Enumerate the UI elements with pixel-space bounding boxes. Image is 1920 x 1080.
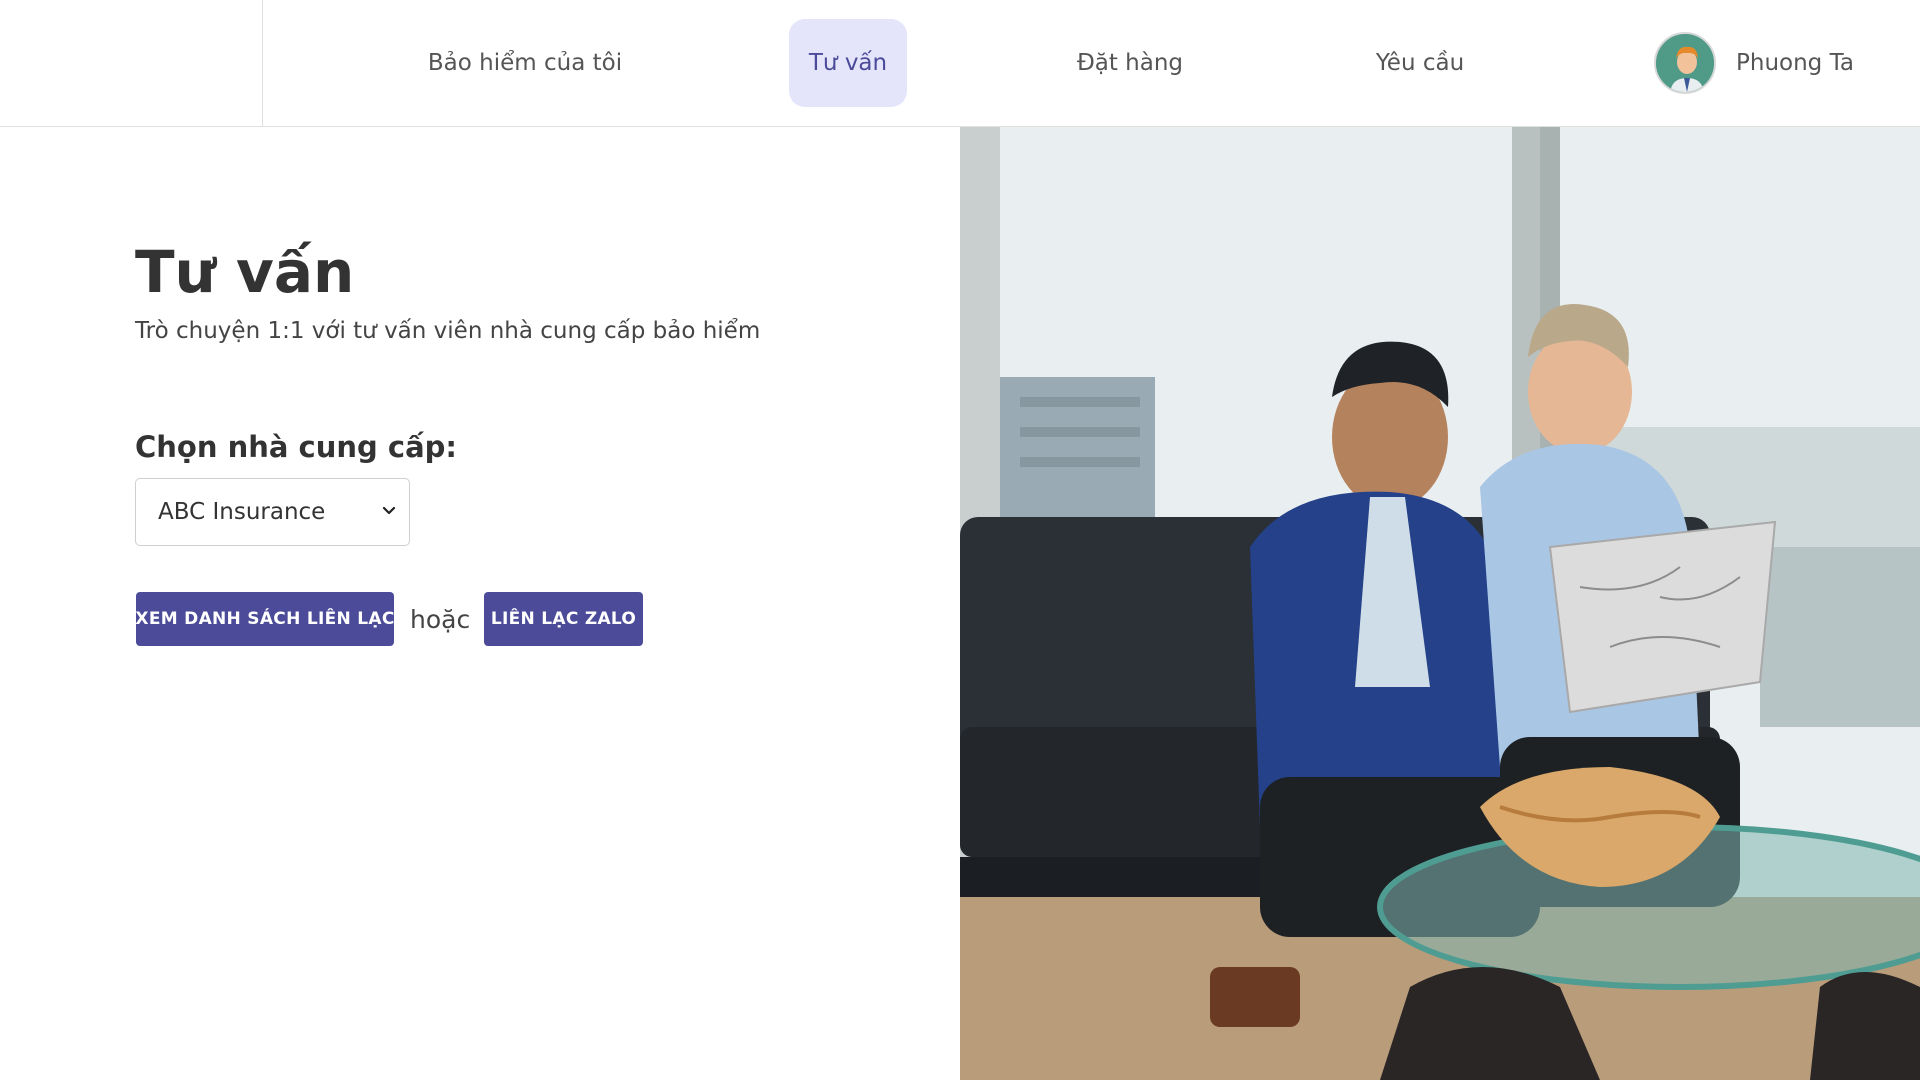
nav-my-insurance[interactable]: Bảo hiểm của tôi <box>405 19 645 107</box>
user-name: Phuong Ta <box>1736 50 1854 76</box>
or-text: hoặc <box>410 605 471 634</box>
nav-consult[interactable]: Tư vấn <box>789 19 907 107</box>
nav-request[interactable]: Yêu cầu <box>1350 19 1490 107</box>
provider-select-value: ABC Insurance <box>158 499 326 525</box>
avatar-icon <box>1656 34 1714 92</box>
provider-label: Chọn nhà cung cấp: <box>135 430 458 464</box>
logo-area <box>0 0 263 127</box>
page-subtitle: Trò chuyện 1:1 với tư vấn viên nhà cung … <box>135 318 761 344</box>
page-title: Tư vấn <box>135 238 355 306</box>
nav-order[interactable]: Đặt hàng <box>1060 19 1200 107</box>
hero-illustration <box>960 127 1920 1080</box>
hero-image <box>960 127 1920 1080</box>
provider-select[interactable]: ABC Insurance <box>135 478 410 546</box>
contact-zalo-button[interactable]: LIÊN LẠC ZALO <box>484 592 643 646</box>
user-menu[interactable]: Phuong Ta <box>1654 31 1854 95</box>
top-header: Bảo hiểm của tôi Tư vấn Đặt hàng Yêu cầu… <box>0 0 1920 127</box>
chevron-down-icon <box>382 506 396 515</box>
view-contact-list-button[interactable]: XEM DANH SÁCH LIÊN LẠC <box>135 592 394 646</box>
avatar <box>1654 32 1716 94</box>
